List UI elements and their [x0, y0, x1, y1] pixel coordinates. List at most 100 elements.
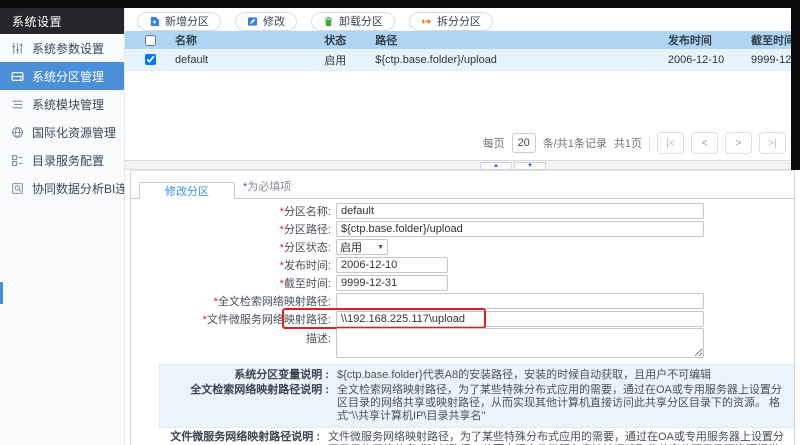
column-header-end-date: 截至时间	[751, 32, 791, 48]
select-all-checkbox[interactable]	[145, 35, 156, 46]
sidebar-item-bi-connection[interactable]: 协同数据分析BI连...	[0, 174, 124, 202]
description-label: 描述:	[131, 328, 336, 346]
top-frame-bar	[0, 0, 800, 8]
list-lines-icon	[11, 98, 24, 111]
pager-divider	[649, 135, 650, 151]
first-page-button[interactable]: |<	[657, 132, 684, 154]
notes-box: 系统分区变量说明 : ${ctp.base.folder}代表A8的安装路径，安…	[159, 364, 795, 428]
per-page-label: 每页	[483, 135, 505, 151]
note-row-variable: 系统分区变量说明 : ${ctp.base.folder}代表A8的安装路径，安…	[168, 369, 786, 382]
field-row-name: *分区名称:	[131, 202, 794, 220]
partition-status-label: *分区状态:	[131, 239, 336, 255]
sidebar-item-system-params[interactable]: 系统参数设置	[0, 34, 124, 62]
publish-date-input[interactable]	[336, 257, 448, 273]
note-label: 文件微服务网络映射路径说明 :	[131, 431, 328, 445]
cell-end-date: 9999-12-31	[751, 54, 791, 66]
tab-bar: 修改分区 *为必填项	[131, 171, 794, 199]
add-document-icon	[149, 16, 160, 27]
column-header-name: 名称	[175, 32, 324, 48]
cell-publish-date: 2006-12-10	[668, 54, 751, 66]
bi-search-icon	[11, 182, 24, 195]
end-date-input[interactable]	[336, 275, 448, 291]
fulltext-network-path-input[interactable]	[336, 293, 704, 309]
note-text: 文件微服务网络映射路径，为了某些特殊分布式应用的需要，通过在OA或专用服务器上设…	[328, 431, 786, 445]
page-size-input[interactable]: 20	[512, 133, 536, 153]
field-row-path: *分区路径:	[131, 220, 794, 238]
note-label: 系统分区变量说明 :	[168, 369, 337, 382]
add-partition-button[interactable]: 新增分区	[137, 12, 221, 31]
modify-partition-panel: 修改分区 *为必填项 *分区名称: *分区路径: *分区状态: 启用 ▼ *发布…	[130, 170, 795, 445]
toolbar: 新增分区 修改 卸载分区 拆分分区	[125, 8, 791, 31]
description-textarea[interactable]	[336, 328, 704, 358]
sidebar-item-partition-mgmt[interactable]: 系统分区管理	[0, 62, 124, 90]
sidebar-item-label: 系统模块管理	[32, 96, 104, 113]
trash-icon	[323, 16, 334, 27]
note-label: 全文检索网络映射路径说明 :	[168, 384, 337, 423]
publish-date-label: *发布时间:	[131, 257, 336, 273]
partition-path-input[interactable]	[336, 221, 704, 237]
column-header-publish-date: 发布时间	[668, 32, 751, 48]
unload-partition-button[interactable]: 卸载分区	[311, 12, 395, 31]
modify-button[interactable]: 修改	[235, 12, 297, 31]
note-row-fileservice: 文件微服务网络映射路径说明 : 文件微服务网络映射路径，为了某些特殊分布式应用的…	[131, 431, 786, 445]
note-text: 全文检索网络映射路径，为了某些特殊分布式应用的需要，通过在OA或专用服务器上设置…	[337, 384, 786, 423]
prev-page-button[interactable]: <	[691, 132, 718, 154]
fileservice-network-path-label: *文件微服务网络映射路径:	[131, 311, 336, 327]
selected-status-value: 启用	[340, 239, 362, 255]
pagination: 每页 20 条/共1条记录 共1页 |< < > >|	[483, 132, 786, 154]
cell-status: 启用	[324, 52, 375, 68]
sidebar-item-i18n-resources[interactable]: 国际化资源管理	[0, 118, 124, 146]
partition-path-label: *分区路径:	[131, 221, 336, 237]
partition-name-input[interactable]	[336, 203, 704, 219]
fulltext-network-path-label: *全文检索网络映射路径:	[131, 293, 336, 309]
table-header-row: 名称 状态 路径 发布时间 截至时间	[125, 31, 791, 49]
table-row[interactable]: default 启用 ${ctp.base.folder}/upload 200…	[125, 49, 791, 71]
column-header-path: 路径	[375, 32, 668, 48]
column-header-status: 状态	[324, 32, 375, 48]
field-row-fileservice-path: *文件微服务网络映射路径:	[131, 310, 794, 328]
note-text: ${ctp.base.folder}代表A8的安装路径，安装的时候自动获取，且用…	[337, 369, 786, 382]
globe-icon	[11, 126, 24, 139]
row-checkbox[interactable]	[145, 54, 156, 65]
total-pages-label: 共1页	[614, 135, 642, 151]
field-row-status: *分区状态: 启用 ▼	[131, 238, 794, 256]
last-page-button[interactable]: >|	[759, 132, 786, 154]
sliders-icon	[11, 42, 24, 55]
sidebar-title: 系统设置	[0, 8, 124, 34]
sidebar-item-label: 协同数据分析BI连...	[32, 180, 124, 197]
records-label: 条/共1条记录	[543, 135, 607, 151]
split-arrow-icon	[421, 16, 432, 27]
fileservice-network-path-input[interactable]	[336, 311, 704, 327]
field-row-publish-date: *发布时间:	[131, 256, 794, 274]
field-row-end-date: *截至时间:	[131, 274, 794, 292]
note-row-fulltext: 全文检索网络映射路径说明 : 全文检索网络映射路径，为了某些特殊分布式应用的需要…	[168, 384, 786, 423]
tab-modify-partition[interactable]: 修改分区	[139, 182, 235, 199]
sidebar-item-label: 目录服务配置	[32, 152, 104, 169]
sidebar-item-label: 系统参数设置	[32, 40, 104, 57]
sidebar-item-label: 国际化资源管理	[32, 124, 116, 141]
panel-splitter[interactable]: ▲ ▼	[125, 160, 800, 170]
partition-name-label: *分区名称:	[131, 203, 336, 219]
field-row-fulltext-path: *全文检索网络映射路径:	[131, 292, 794, 310]
sidebar-item-label: 系统分区管理	[32, 68, 104, 85]
sidebar-item-module-mgmt[interactable]: 系统模块管理	[0, 90, 124, 118]
partition-icon	[11, 70, 24, 83]
collapse-up-button[interactable]: ▲	[480, 162, 512, 170]
cell-path: ${ctp.base.folder}/upload	[375, 54, 668, 66]
field-row-description: 描述:	[131, 328, 794, 360]
grid-list-icon	[11, 154, 24, 167]
split-partition-button[interactable]: 拆分分区	[409, 12, 493, 31]
next-page-button[interactable]: >	[725, 132, 752, 154]
cell-name: default	[175, 54, 324, 66]
partition-status-select[interactable]: 启用 ▼	[336, 239, 388, 255]
scrollbar-indicator[interactable]	[0, 282, 3, 304]
right-frame-bar	[791, 8, 800, 170]
form-fields: *分区名称: *分区路径: *分区状态: 启用 ▼ *发布时间: *截至时间:	[131, 199, 794, 360]
edit-icon	[247, 16, 258, 27]
sidebar: 系统设置 系统参数设置 系统分区管理 系统模块管理 国际化资源管理 目录服务配置…	[0, 8, 125, 445]
end-date-label: *截至时间:	[131, 275, 336, 291]
required-note: *为必填项	[243, 178, 291, 194]
chevron-down-icon: ▼	[377, 244, 384, 251]
sidebar-item-directory-service[interactable]: 目录服务配置	[0, 146, 124, 174]
collapse-down-button[interactable]: ▼	[514, 162, 546, 170]
